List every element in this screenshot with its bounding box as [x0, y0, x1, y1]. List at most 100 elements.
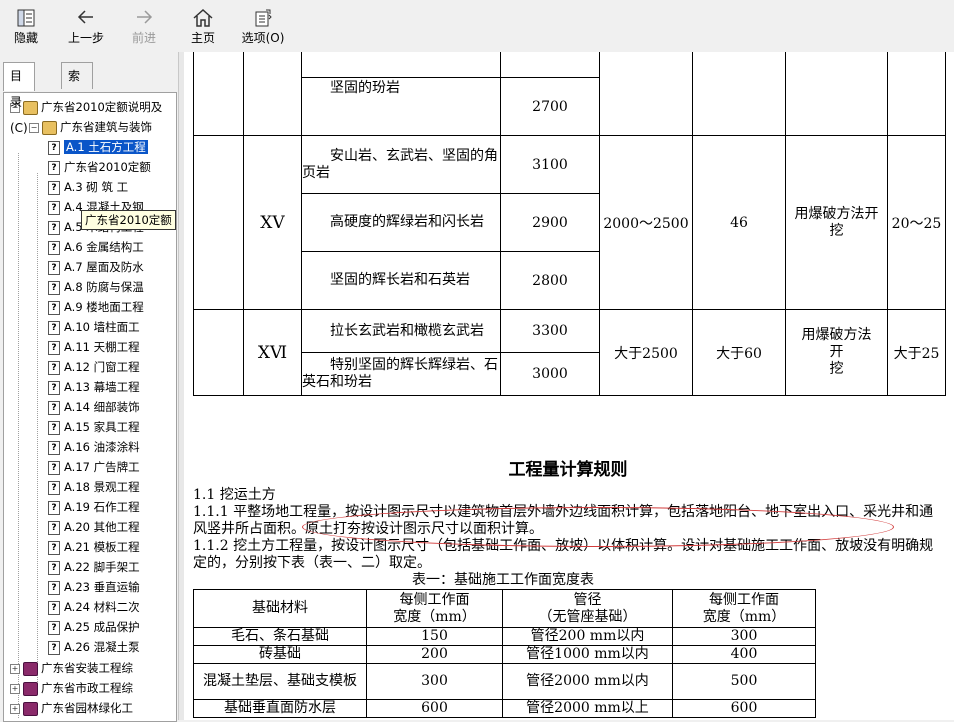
tree-node-topic[interactable]: ? A.17 广告牌工	[48, 457, 140, 477]
tree-node-label: A.8 防腐与保温	[64, 280, 144, 294]
tree-node-topic[interactable]: ? A.1 土石方工程	[48, 137, 148, 157]
tree-node-topic[interactable]: ? A.13 幕墙工程	[48, 377, 140, 397]
tab-contents[interactable]: 目录(C)	[3, 62, 35, 135]
help-topic-icon: ?	[48, 540, 60, 555]
table-cell: 300	[672, 627, 816, 646]
rock-classification-table: 坚固的玢岩 2700 ⅩⅤ 安山岩、玄武岩、坚固的角页岩 3100 2000～2…	[193, 52, 946, 396]
tree-node-topic[interactable]: ? A.12 门窗工程	[48, 357, 140, 377]
forward-arrow-icon	[128, 8, 160, 28]
method-line: 挖	[829, 361, 844, 377]
expand-icon[interactable]: +	[10, 683, 20, 694]
table-cell: 500	[672, 663, 816, 700]
tree-node-label: A.10 墙柱面工	[64, 320, 140, 334]
tree-node-topic[interactable]: ? A.18 景观工程	[48, 477, 140, 497]
book-icon	[23, 681, 38, 696]
book-icon	[23, 661, 38, 676]
contents-tree[interactable]: −广东省2010定额说明及 −广东省建筑与装饰 ? A.1 土石方工程 ? 广东省20…	[3, 92, 177, 722]
rule-paragraph: 1.1.1 平整场地工程量，按设计图示尺寸以建筑物首层外墙外边线面积计算，包括落…	[193, 504, 934, 537]
home-button[interactable]: 主页	[188, 8, 218, 46]
content-pane[interactable]: 坚固的玢岩 2700 ⅩⅤ 安山岩、玄武岩、坚固的角页岩 3100 2000～2…	[184, 52, 954, 720]
tree-node-topic[interactable]: ? A.19 石作工程	[48, 497, 140, 517]
tree-node-topic[interactable]: ? A.14 细部装饰	[48, 397, 140, 417]
table-cell: 坚固的辉长岩和石英岩	[301, 251, 501, 310]
table-cell: 200	[366, 645, 503, 664]
tree-node-topic[interactable]: ? A.21 模板工程	[48, 537, 140, 557]
header-cell: 基础材料	[193, 589, 367, 628]
table-cell: 2800	[500, 251, 600, 310]
tree-node-label: A.12 门窗工程	[64, 360, 140, 374]
tree-node-topic[interactable]: ? A.9 楼地面工程	[48, 297, 144, 317]
tree-node-architecture[interactable]: − 广东省建筑与装饰	[29, 117, 152, 137]
table-cell	[301, 52, 501, 78]
help-topic-icon: ?	[48, 380, 60, 395]
tree-node-topic[interactable]: ? A.16 油漆涂料	[48, 437, 140, 457]
tree-node-label: A.1 土石方工程	[64, 140, 148, 154]
back-arrow-icon	[64, 8, 108, 28]
table-cell: 大于60	[692, 309, 786, 396]
rule-paragraph: 1.1.2 挖土方工程量，按设计图示尺寸（包括基础工作面、放坡）以体积计算。设计…	[193, 538, 934, 571]
table-cell: 3300	[500, 309, 600, 353]
collapse-icon[interactable]: −	[29, 122, 39, 133]
help-topic-icon: ?	[48, 520, 60, 535]
tree-node-topic[interactable]: ? A.15 家具工程	[48, 417, 140, 437]
tree-node-installation[interactable]: + 广东省安装工程综	[10, 658, 133, 678]
help-topic-icon: ?	[48, 260, 60, 275]
table-cell	[243, 52, 302, 136]
tree-node-topic[interactable]: ? A.23 垂直运输	[48, 577, 140, 597]
tree-node-landscape[interactable]: + 广东省园林绿化工	[10, 698, 133, 718]
tree-node-topic[interactable]: ? A.8 防腐与保温	[48, 277, 144, 297]
tree-node-topic[interactable]: ? A.3 砌 筑 工	[48, 177, 128, 197]
tree-node-label: A.18 景观工程	[64, 480, 140, 494]
table-cell	[193, 52, 244, 136]
tree-node-label: A.17 广告牌工	[64, 460, 140, 474]
help-topic-icon: ?	[48, 220, 60, 235]
help-topic-icon: ?	[48, 140, 60, 155]
tree-node-topic[interactable]: ? A.25 成品保护	[48, 617, 140, 637]
tree-node-label: A.6 金属结构工	[64, 240, 144, 254]
help-topic-icon: ?	[48, 300, 60, 315]
tree-node-label: A.16 油漆涂料	[64, 440, 140, 454]
tree-node-topic[interactable]: ? A.20 其他工程	[48, 517, 140, 537]
table-cell: 2000～2500	[599, 135, 693, 310]
table-cell: 大于2500	[599, 309, 693, 396]
help-topic-icon: ?	[48, 400, 60, 415]
tree-node-topic[interactable]: ? A.24 材料二次	[48, 597, 140, 617]
tree-guide-line	[37, 173, 38, 688]
table-cell: 用爆破方法开挖	[785, 135, 888, 310]
table-cell: 3100	[500, 135, 600, 194]
forward-button[interactable]: 前进	[128, 8, 160, 46]
help-topic-icon: ?	[48, 360, 60, 375]
table-cell	[785, 52, 888, 136]
tab-index[interactable]: 索引(N)	[61, 62, 94, 135]
options-button[interactable]: 选项(O)	[240, 8, 286, 46]
help-topic-icon: ?	[48, 460, 60, 475]
home-icon	[188, 8, 218, 28]
table-cell	[692, 52, 786, 136]
table-cell: 150	[366, 627, 503, 646]
tree-node-topic[interactable]: ? A.22 脚手架工	[48, 557, 140, 577]
tree-node-topic[interactable]: ? A.11 天棚工程	[48, 337, 140, 357]
expand-icon[interactable]: +	[10, 703, 20, 714]
help-topic-icon: ?	[48, 320, 60, 335]
open-book-icon	[42, 120, 57, 135]
table-cell: 管径2000 mm以内	[502, 663, 673, 700]
tree-node-topic[interactable]: ? 广东省2010定额	[48, 157, 151, 177]
open-book-icon	[23, 100, 38, 115]
help-topic-icon: ?	[48, 580, 60, 595]
tree-node-topic[interactable]: ? A.6 金属结构工	[48, 237, 144, 257]
table-cell: 砖基础	[193, 645, 367, 664]
tree-node-topic[interactable]: ? A.10 墙柱面工	[48, 317, 140, 337]
tree-node-municipal[interactable]: + 广东省市政工程综	[10, 678, 133, 698]
grade-cell: ⅩⅥ	[243, 309, 302, 396]
header-cell: 每侧工作面 宽度（mm）	[672, 589, 816, 628]
hide-button[interactable]: 隐藏	[10, 8, 42, 46]
tree-node-topic[interactable]: ? A.26 混凝土泵	[48, 637, 140, 657]
help-topic-icon: ?	[48, 440, 60, 455]
table-cell	[500, 52, 600, 78]
tree-node-topic[interactable]: ? A.7 屋面及防水	[48, 257, 144, 277]
help-topic-icon: ?	[48, 340, 60, 355]
back-button[interactable]: 上一步	[64, 8, 108, 46]
help-topic-icon: ?	[48, 180, 60, 195]
tree-node-root[interactable]: −广东省2010定额说明及	[10, 97, 162, 117]
expand-icon[interactable]: +	[10, 663, 20, 674]
